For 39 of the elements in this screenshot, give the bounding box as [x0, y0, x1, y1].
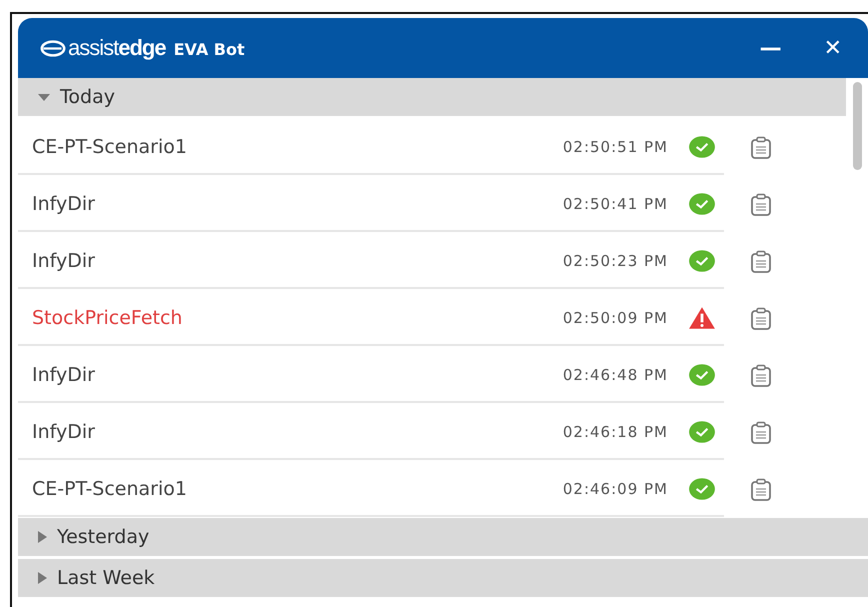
- clipboard-icon[interactable]: [750, 306, 772, 330]
- group-header[interactable]: Today: [18, 78, 846, 116]
- list-row[interactable]: InfyDir 02:46:18 PM: [18, 405, 724, 460]
- clipboard-icon[interactable]: [750, 136, 772, 160]
- clipboard-icon[interactable]: [750, 250, 772, 274]
- job-time: 02:46:18 PM: [562, 422, 668, 440]
- job-name: InfyDir: [32, 192, 96, 214]
- collapsed-arrow-icon: [38, 572, 47, 584]
- group-header[interactable]: Yesterday: [18, 518, 868, 556]
- list-row[interactable]: CE-PT-Scenario1 02:50:51 PM: [18, 120, 724, 175]
- clipboard-icon[interactable]: [750, 420, 772, 444]
- list-row[interactable]: InfyDir 02:50:23 PM: [18, 234, 724, 289]
- job-name: InfyDir: [32, 420, 96, 442]
- minimize-button[interactable]: —: [754, 36, 788, 60]
- logo-text: assistedge: [68, 35, 166, 61]
- list-row[interactable]: InfyDir 02:50:41 PM: [18, 177, 724, 232]
- group-header[interactable]: Last Week: [18, 559, 868, 597]
- job-name: StockPriceFetch: [32, 306, 184, 328]
- close-button[interactable]: ✕: [818, 36, 848, 60]
- job-time: 02:50:23 PM: [562, 252, 668, 270]
- collapsed-arrow-icon: [38, 531, 47, 543]
- logo-icon: [40, 40, 66, 56]
- job-name: InfyDir: [32, 364, 96, 386]
- list-row[interactable]: StockPriceFetch 02:50:09 PM: [18, 291, 724, 346]
- clipboard-icon[interactable]: [750, 364, 772, 388]
- job-name: InfyDir: [32, 250, 96, 272]
- job-time: 02:50:41 PM: [562, 194, 668, 212]
- window-title: EVA Bot: [174, 40, 245, 59]
- scrollbar-thumb[interactable]: [852, 82, 862, 170]
- job-time: 02:46:48 PM: [562, 366, 668, 384]
- job-name: CE-PT-Scenario1: [32, 478, 188, 500]
- clipboard-icon[interactable]: [750, 192, 772, 216]
- job-name: CE-PT-Scenario1: [32, 136, 188, 158]
- job-time: 02:50:09 PM: [562, 308, 668, 326]
- job-time: 02:46:09 PM: [562, 480, 668, 498]
- clipboard-icon[interactable]: [750, 478, 772, 502]
- expanded-arrow-icon: [38, 94, 50, 100]
- job-time: 02:50:51 PM: [562, 138, 668, 156]
- list-row[interactable]: InfyDir 02:46:48 PM: [18, 348, 724, 403]
